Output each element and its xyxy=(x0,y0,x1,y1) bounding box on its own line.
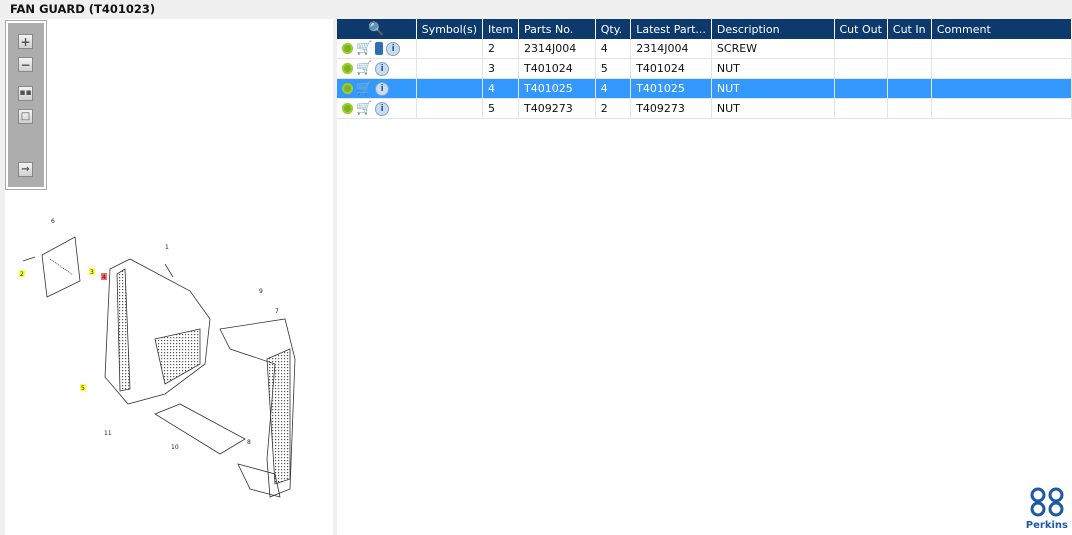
col-comment[interactable]: Comment xyxy=(931,19,1072,39)
cell-item: 4 xyxy=(482,78,520,99)
cell-cut-out xyxy=(834,58,888,79)
cell-latest: 2314J004 xyxy=(630,39,712,59)
cell-cut-in xyxy=(887,78,932,99)
info-icon[interactable]: i xyxy=(375,81,390,96)
fit-all-button[interactable]: ▪▪ xyxy=(18,86,33,101)
col-parts-no[interactable]: Parts No. xyxy=(518,19,596,39)
cell-cut-in xyxy=(887,58,932,79)
zoom-out-button[interactable]: − xyxy=(18,57,33,72)
cell-cut-in xyxy=(887,39,932,59)
callout-11: 11 xyxy=(104,430,112,437)
exploded-diagram: 1 2 3 4 5 6 7 8 9 10 11 xyxy=(19,218,296,498)
cart-icon[interactable]: 🛒 xyxy=(356,61,372,76)
search-column-header[interactable]: 🔍 xyxy=(337,19,417,39)
row-actions: 🛒 i xyxy=(337,58,417,79)
diagram-panel[interactable]: 1 2 3 4 5 6 7 8 9 10 11 xyxy=(5,19,333,535)
cell-desc: NUT xyxy=(711,98,835,119)
toggle-panel-button[interactable]: → xyxy=(18,162,33,177)
info-icon[interactable]: i xyxy=(386,41,401,56)
callout-1: 1 xyxy=(165,244,169,251)
info-icon[interactable]: i xyxy=(375,101,390,116)
gear-icon[interactable] xyxy=(342,103,353,114)
parts-list-panel: 🔍 Symbol(s) Item Parts No. Qty. Latest P… xyxy=(337,19,1072,535)
cell-item: 3 xyxy=(482,58,520,79)
cell-latest: T401024 xyxy=(630,58,712,79)
callout-3[interactable]: 3 xyxy=(90,269,94,276)
table-row[interactable]: 🛒 i 3 T401024 5 T401024 NUT xyxy=(337,58,1072,79)
cell-cut-out xyxy=(834,39,888,59)
cell-qty: 4 xyxy=(595,39,632,59)
book-icon[interactable] xyxy=(375,42,384,55)
callout-10: 10 xyxy=(171,444,179,451)
callout-9: 9 xyxy=(259,288,263,295)
cell-qty: 2 xyxy=(595,98,632,119)
cell-comment xyxy=(931,58,1072,79)
cell-comment xyxy=(931,98,1072,119)
table-row[interactable]: 🛒 i 5 T409273 2 T409273 NUT xyxy=(337,98,1072,119)
parts-table: 🔍 Symbol(s) Item Parts No. Qty. Latest P… xyxy=(337,19,1072,119)
cell-cut-out xyxy=(834,98,888,119)
cell-comment xyxy=(931,78,1072,99)
callout-4[interactable]: 4 xyxy=(102,274,106,281)
cell-latest: T409273 xyxy=(630,98,712,119)
cell-cut-in xyxy=(887,98,932,119)
cell-comment xyxy=(931,39,1072,59)
row-actions: 🛒 i xyxy=(337,98,417,119)
cell-symbols xyxy=(416,58,484,79)
search-icon[interactable]: 🔍 xyxy=(368,22,384,37)
cell-desc: NUT xyxy=(711,78,835,99)
perkins-logo-icon xyxy=(1030,487,1064,517)
cell-symbols xyxy=(416,98,484,119)
table-row[interactable]: 🛒 i 2 2314J004 4 2314J004 SCREW xyxy=(337,39,1072,59)
cell-symbols xyxy=(416,78,484,99)
cart-icon[interactable]: 🛒 xyxy=(356,101,372,116)
gear-icon[interactable] xyxy=(342,43,353,54)
col-latest-part[interactable]: Latest Part... xyxy=(630,19,712,39)
table-header: 🔍 Symbol(s) Item Parts No. Qty. Latest P… xyxy=(337,19,1072,39)
info-icon[interactable]: i xyxy=(375,61,390,76)
callout-5[interactable]: 5 xyxy=(81,385,85,392)
cell-qty: 5 xyxy=(595,58,632,79)
col-cut-in[interactable]: Cut In xyxy=(887,19,932,39)
callout-8: 8 xyxy=(247,439,251,446)
cell-symbols xyxy=(416,39,484,59)
cell-part: T401025 xyxy=(518,78,596,99)
callout-6: 6 xyxy=(51,218,55,225)
cell-part: 2314J004 xyxy=(518,39,596,59)
diagram-toolbar: + − ▪▪ □ → xyxy=(5,20,47,190)
col-cut-out[interactable]: Cut Out xyxy=(834,19,888,39)
callout-7: 7 xyxy=(275,308,279,315)
perkins-logo: Perkins xyxy=(1026,487,1068,531)
col-item[interactable]: Item xyxy=(482,19,520,39)
cell-item: 2 xyxy=(482,39,520,59)
col-description[interactable]: Description xyxy=(711,19,835,39)
row-actions: 🛒 i xyxy=(337,39,417,59)
callout-2[interactable]: 2 xyxy=(20,271,24,278)
cell-part: T401024 xyxy=(518,58,596,79)
row-actions: 🛒 i xyxy=(337,78,417,99)
page-title: FAN GUARD (T401023) xyxy=(10,2,156,16)
col-symbols[interactable]: Symbol(s) xyxy=(416,19,484,39)
cell-cut-out xyxy=(834,78,888,99)
gear-icon[interactable] xyxy=(342,83,353,94)
fit-window-button[interactable]: □ xyxy=(18,109,33,124)
table-row[interactable]: 🛒 i 4 T401025 4 T401025 NUT xyxy=(337,78,1072,99)
cell-desc: NUT xyxy=(711,58,835,79)
cart-icon[interactable]: 🛒 xyxy=(356,41,372,56)
cell-latest: T401025 xyxy=(630,78,712,99)
gear-icon[interactable] xyxy=(342,63,353,74)
cell-part: T409273 xyxy=(518,98,596,119)
cell-desc: SCREW xyxy=(711,39,835,59)
cell-item: 5 xyxy=(482,98,520,119)
col-qty[interactable]: Qty. xyxy=(595,19,632,39)
zoom-in-button[interactable]: + xyxy=(18,34,33,49)
cell-qty: 4 xyxy=(595,78,632,99)
cart-icon[interactable]: 🛒 xyxy=(356,81,372,96)
perkins-logo-text: Perkins xyxy=(1025,520,1068,531)
